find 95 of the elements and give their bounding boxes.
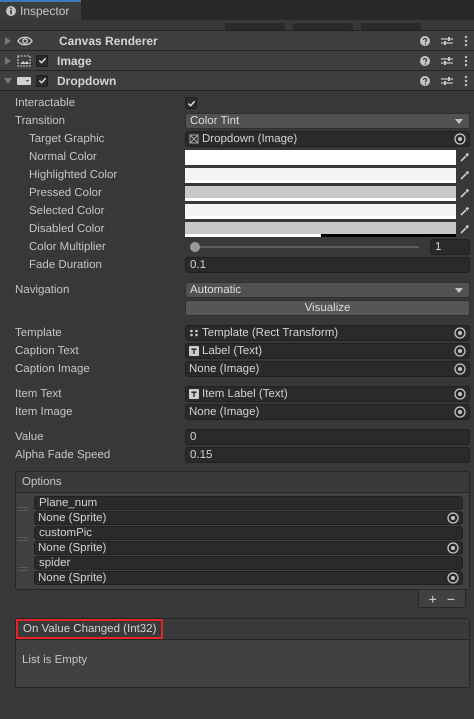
text-component-icon	[189, 389, 199, 399]
property-label: Pressed Color	[29, 187, 102, 199]
help-icon[interactable]	[420, 56, 430, 66]
dropdown-component-icon	[17, 76, 31, 86]
text-field[interactable]: Plane_num	[34, 496, 463, 510]
preset-icon[interactable]	[441, 76, 453, 86]
property-label: Caption Text	[15, 345, 79, 357]
empty-message: List is Empty	[21, 653, 88, 668]
dots-icon	[189, 328, 199, 338]
help-icon[interactable]	[420, 76, 430, 86]
object-field[interactable]: Template (Rect Transform)	[185, 325, 470, 341]
property-label: Alpha Fade Speed	[15, 449, 110, 461]
number-field[interactable]: 0.15	[185, 447, 470, 463]
preset-icon[interactable]	[441, 56, 453, 66]
more-icon[interactable]	[464, 54, 468, 66]
number-field[interactable]: 0.1	[185, 257, 470, 273]
eyedropper-icon[interactable]	[460, 170, 470, 180]
property-label: Item Image	[15, 406, 73, 418]
dropdown-field[interactable]: Color Tint	[185, 113, 470, 129]
caret-icon	[455, 118, 463, 124]
help-icon[interactable]	[420, 36, 430, 46]
text-field[interactable]: customPic	[34, 526, 463, 540]
eyedropper-icon[interactable]	[460, 152, 470, 162]
color-swatch[interactable]	[185, 186, 456, 200]
expanded-arrow-icon[interactable]	[4, 76, 12, 84]
property-label: Disabled Color	[29, 223, 104, 235]
property-label: Highlighted Color	[29, 169, 118, 181]
collapsed-arrow-icon[interactable]	[4, 36, 12, 44]
component-title: Canvas Renderer	[59, 34, 159, 48]
color-swatch[interactable]	[185, 168, 456, 182]
number-field[interactable]: 0	[185, 429, 470, 445]
dropdown-field[interactable]: Automatic	[185, 282, 470, 298]
color-swatch[interactable]	[185, 222, 456, 236]
component-header[interactable]: Image	[0, 50, 474, 70]
property-label: Value	[15, 431, 44, 443]
color-swatch[interactable]	[185, 204, 456, 218]
caret-icon	[455, 288, 463, 292]
property-label: Item Text	[15, 388, 62, 400]
eyedropper-icon[interactable]	[460, 188, 470, 198]
more-icon[interactable]	[464, 34, 468, 46]
object-field[interactable]: None (Sprite)	[34, 571, 463, 585]
color-swatch[interactable]	[185, 150, 456, 164]
target-icon[interactable]	[454, 363, 466, 375]
object-field[interactable]: None (Image)	[185, 404, 470, 420]
info-icon	[6, 6, 16, 16]
object-field[interactable]: Label (Text)	[185, 343, 470, 359]
component-header[interactable]: Canvas Renderer	[0, 30, 474, 50]
component-title: Dropdown	[57, 74, 118, 88]
object-field[interactable]: None (Sprite)	[34, 541, 463, 555]
property-label: Interactable	[15, 97, 76, 109]
visualize-button[interactable]: Visualize	[185, 300, 470, 316]
target-icon[interactable]	[454, 345, 466, 357]
target-icon[interactable]	[454, 406, 466, 418]
number-field[interactable]	[361, 23, 421, 30]
object-field[interactable]: None (Image)	[185, 361, 470, 377]
target-icon[interactable]	[447, 572, 459, 584]
target-icon[interactable]	[454, 133, 466, 145]
number-field[interactable]: 1	[430, 239, 470, 255]
property-label: Color Multiplier	[29, 241, 106, 253]
property-label: Target Graphic	[29, 133, 104, 145]
target-icon[interactable]	[454, 327, 466, 339]
enable-checkbox[interactable]	[36, 74, 48, 86]
property-label: Template	[15, 327, 62, 339]
collapsed-arrow-icon[interactable]	[4, 56, 12, 64]
component-title: Image	[57, 54, 93, 68]
eye-icon	[17, 34, 33, 46]
object-field[interactable]: None (Sprite)	[34, 511, 463, 525]
list-title: Options	[22, 476, 62, 488]
number-field[interactable]	[293, 23, 353, 30]
property-label: Transition	[15, 115, 66, 127]
preset-icon[interactable]	[441, 36, 453, 46]
checkbox[interactable]	[185, 97, 197, 109]
event-title: On Value Changed (Int32)	[16, 619, 164, 639]
property-label: Normal Color	[29, 151, 97, 163]
property-label: Caption Image	[15, 363, 90, 375]
text-component-icon	[189, 346, 199, 356]
enable-checkbox[interactable]	[36, 54, 48, 66]
target-icon[interactable]	[447, 512, 459, 524]
text-field[interactable]: spider	[34, 556, 463, 570]
add-button[interactable]: +	[426, 590, 439, 607]
eyedropper-icon[interactable]	[460, 206, 470, 216]
target-icon[interactable]	[454, 388, 466, 400]
more-icon[interactable]	[464, 74, 468, 86]
object-field[interactable]: Dropdown (Image)	[185, 131, 470, 147]
remove-button[interactable]: −	[444, 590, 457, 607]
property-label: Selected Color	[29, 205, 104, 217]
component-header[interactable]: Dropdown	[0, 70, 474, 90]
object-field[interactable]: Item Label (Text)	[185, 386, 470, 402]
property-label: Navigation	[15, 284, 70, 296]
slider-thumb[interactable]	[190, 242, 200, 252]
property-label: Fade Duration	[29, 259, 102, 271]
eyedropper-icon[interactable]	[460, 224, 470, 234]
inspector-tab[interactable]: Inspector	[0, 0, 82, 20]
number-field[interactable]	[225, 23, 285, 30]
target-icon[interactable]	[447, 542, 459, 554]
